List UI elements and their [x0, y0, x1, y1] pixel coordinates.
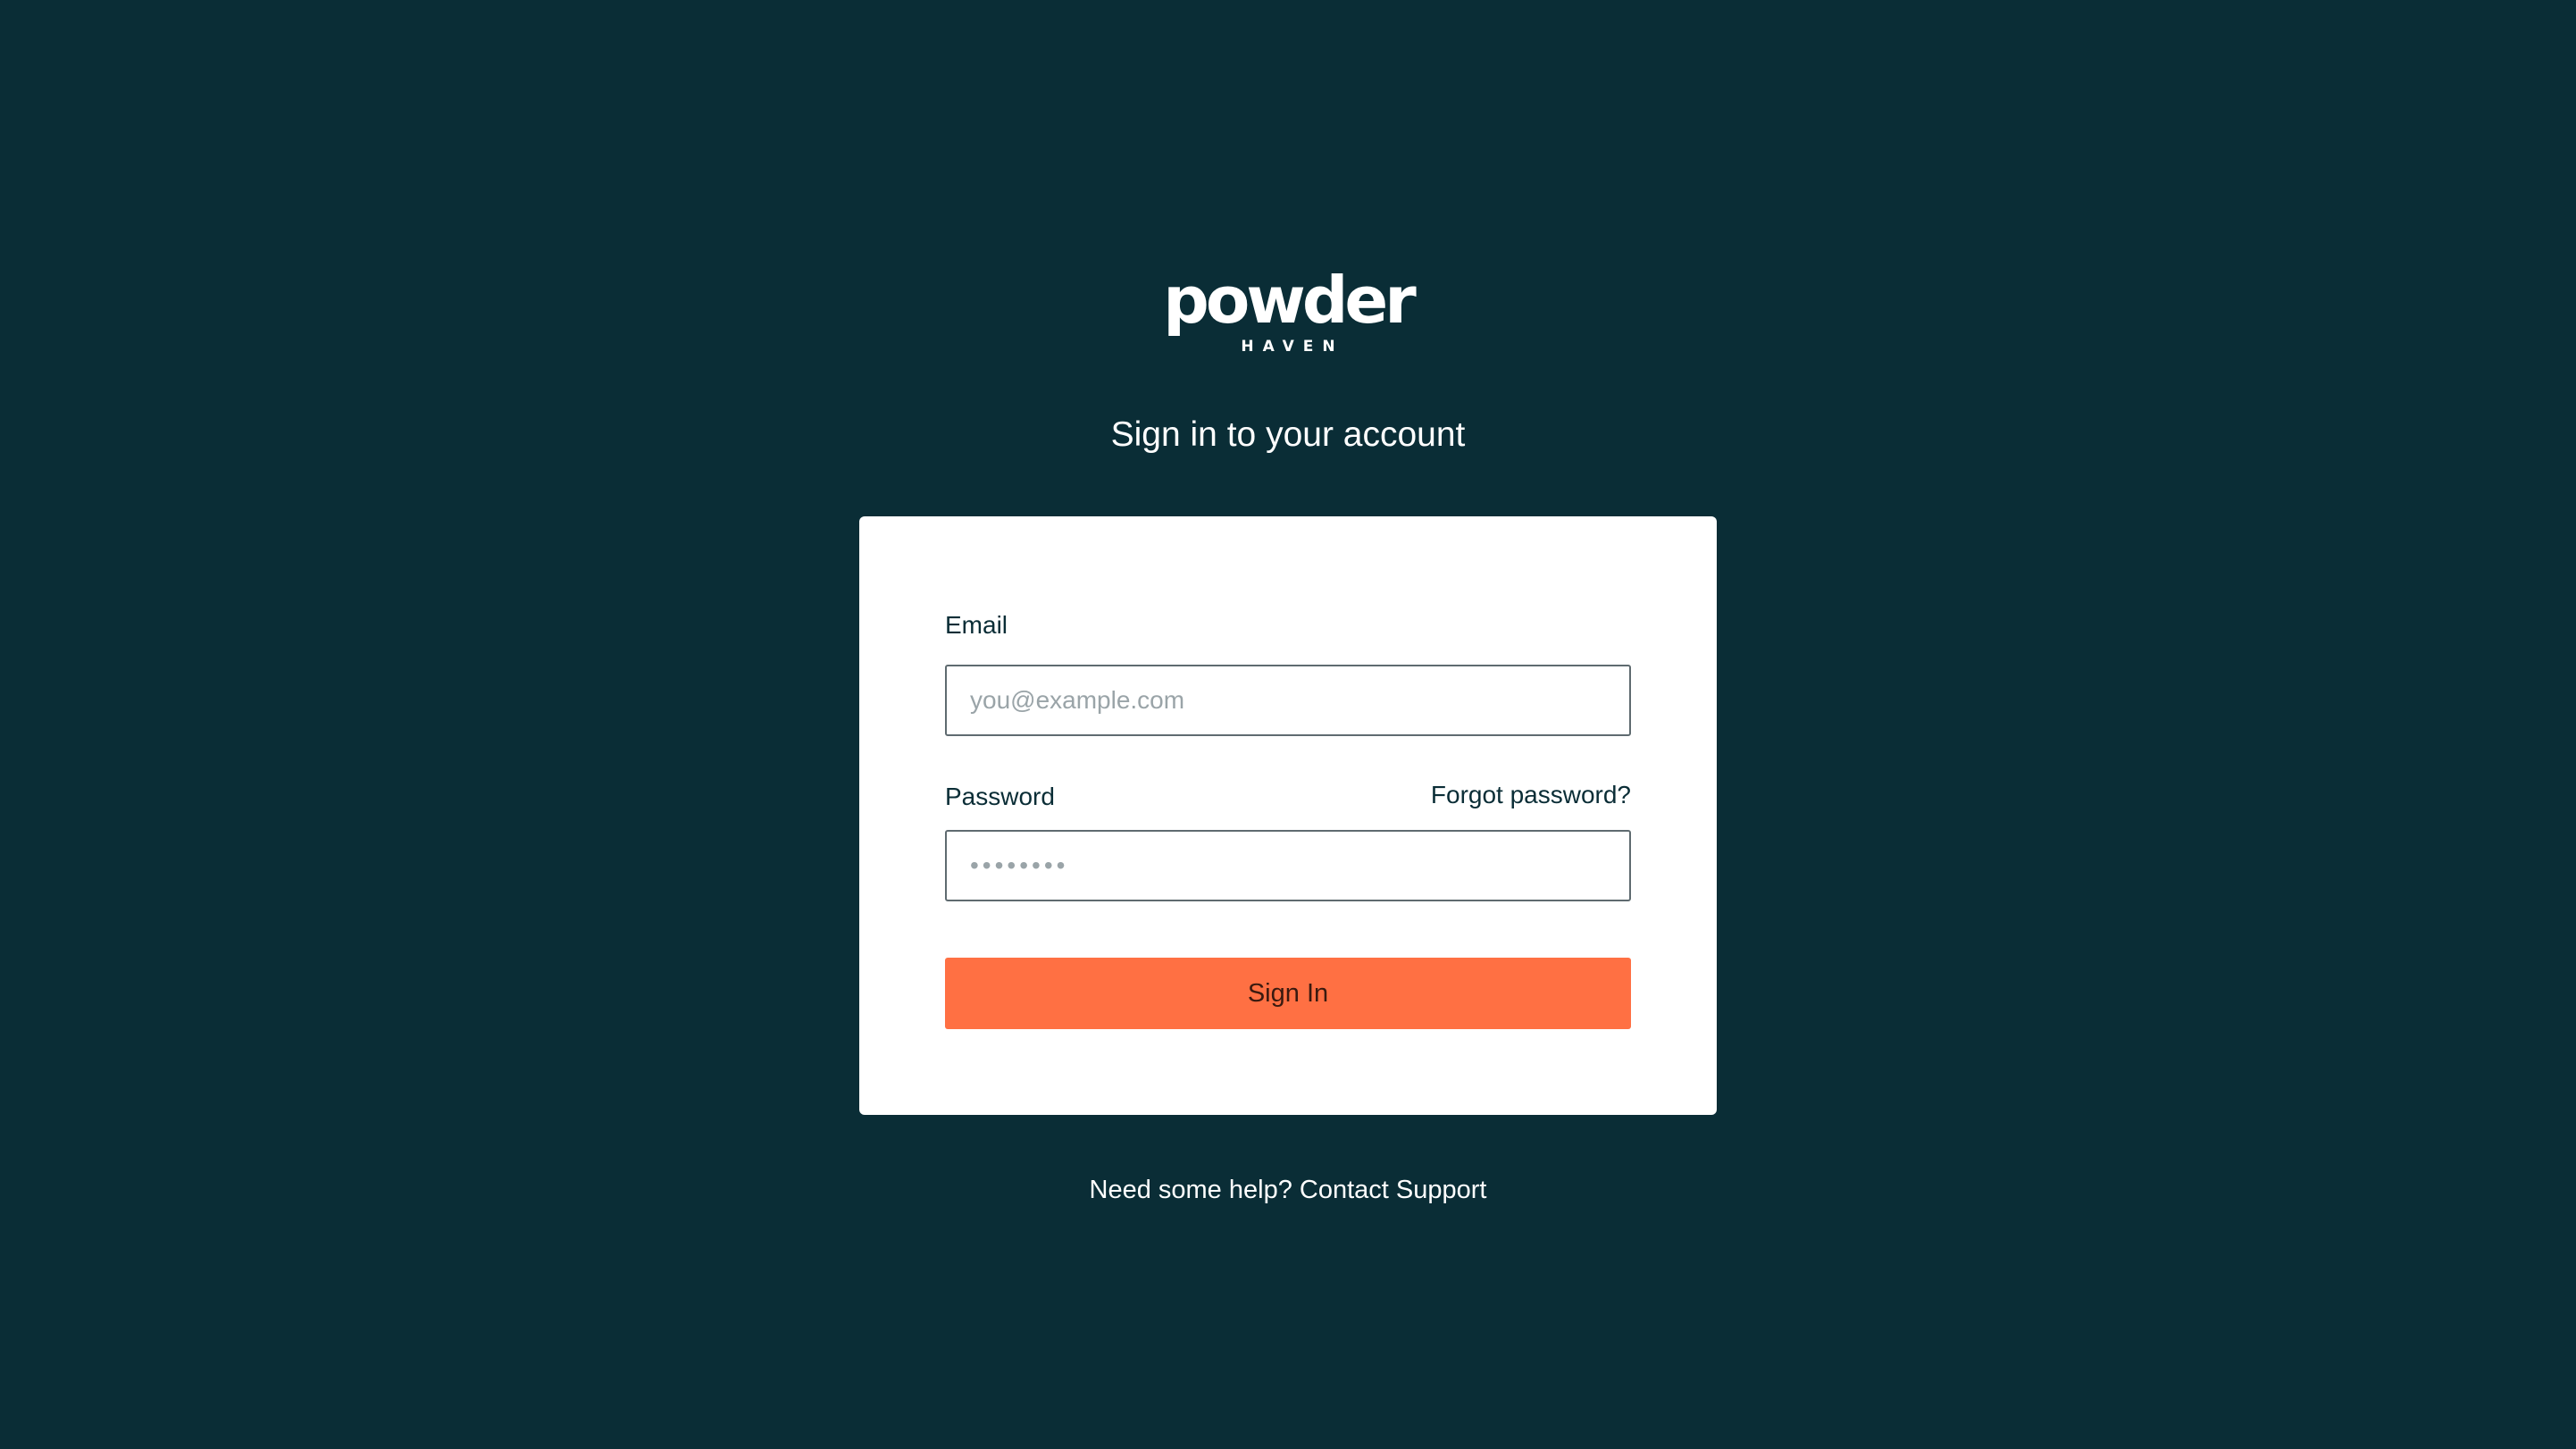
login-page: powder HAVEN Sign in to your account Ema…: [0, 0, 2576, 1449]
email-field[interactable]: [945, 665, 1631, 736]
email-label: Email: [945, 611, 1008, 639]
forgot-password-link[interactable]: Forgot password?: [1431, 779, 1631, 811]
help-prompt: Need some help?: [1089, 1176, 1292, 1204]
powder-haven-logo: powder HAVEN: [1163, 268, 1416, 356]
login-card: Email Password Forgot password? Sign In: [859, 516, 1717, 1115]
sign-in-button[interactable]: Sign In: [945, 958, 1631, 1029]
password-field[interactable]: [945, 830, 1631, 901]
contact-support-link[interactable]: Contact Support: [1300, 1176, 1487, 1204]
page-title: Sign in to your account: [1110, 415, 1466, 454]
password-label: Password: [945, 783, 1055, 810]
logo-wordmark: powder: [1163, 263, 1416, 338]
logo-subtitle: HAVEN: [1241, 338, 1344, 356]
help-footer: Need some help? Contact Support: [0, 1172, 2576, 1208]
